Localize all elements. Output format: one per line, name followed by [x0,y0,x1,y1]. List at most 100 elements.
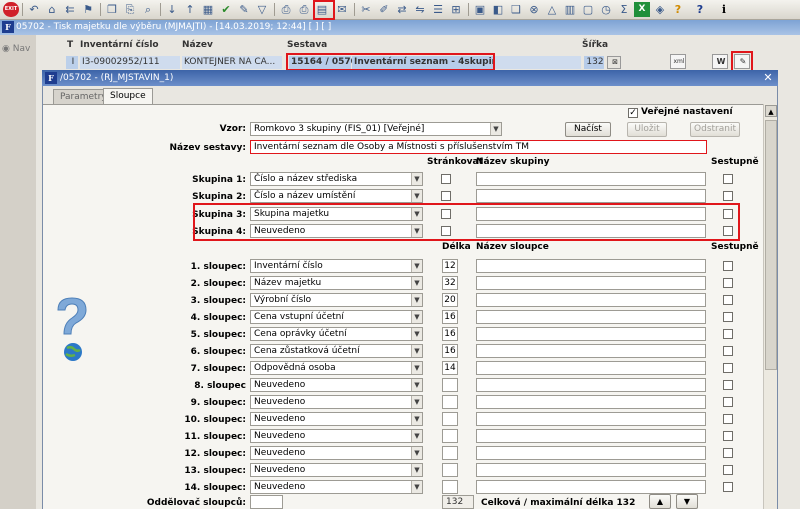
tree-icon[interactable]: ⊞ [448,2,464,17]
sloupec-13-sestupne-checkbox[interactable] [723,465,733,475]
sloupec-3-sestupne-checkbox[interactable] [723,295,733,305]
sloupec-11-sestupne-checkbox[interactable] [723,431,733,441]
dialog-close-icon[interactable]: ✕ [762,70,774,86]
sloupec-11-delka-input[interactable] [442,429,458,443]
chevron-down-icon[interactable]: ▼ [411,173,422,185]
sloupec-13-select[interactable]: Neuvedeno ▼ [250,463,423,477]
reply-all-icon[interactable]: ⇇ [62,2,78,17]
sloupec-5-sestupne-checkbox[interactable] [723,329,733,339]
sort-desc-icon[interactable]: ↑ [182,2,198,17]
sloupec-6-delka-input[interactable]: 16 [442,344,458,358]
row-inventarni-cislo[interactable]: I3-09002952/111 [80,56,180,69]
nav-link[interactable]: ◉ Nav [2,44,30,54]
find-icon[interactable]: ⌕ [140,2,156,17]
sloupec-3-nazev-input[interactable] [476,293,706,307]
sloupec-5-select[interactable]: Cena oprávky účetní ▼ [250,327,423,341]
sloupec-4-nazev-input[interactable] [476,310,706,324]
edit-icon[interactable]: ✐ [376,2,392,17]
sloupec-10-select[interactable]: Neuvedeno ▼ [250,412,423,426]
sloupec-1-delka-input[interactable]: 12 [442,259,458,273]
compare-icon[interactable]: ⇄ [394,2,410,17]
col-header-nazev[interactable]: Název [182,40,213,50]
sloupec-10-delka-input[interactable] [442,412,458,426]
chevron-down-icon[interactable]: ▼ [411,190,422,202]
sloupec-9-delka-input[interactable] [442,395,458,409]
skupina-1-select[interactable]: Číslo a název střediska ▼ [250,172,423,186]
sloupec-11-select[interactable]: Neuvedeno ▼ [250,429,423,443]
scroll-thumb[interactable] [765,120,777,370]
check-icon[interactable]: ✔ [218,2,234,17]
skupina-1-sestupne-checkbox[interactable] [723,174,733,184]
split-icon[interactable]: ⇋ [412,2,428,17]
chevron-down-icon[interactable]: ▼ [411,413,422,425]
sloupec-5-nazev-input[interactable] [476,327,706,341]
dialog-icon[interactable]: ▢ [580,2,596,17]
odstranit-button[interactable]: Odstranit [690,122,740,137]
sloupec-10-nazev-input[interactable] [476,412,706,426]
oddelovac-sloupcu-input[interactable] [250,495,283,509]
col-header-sestava[interactable]: Sestava [287,40,327,50]
sloupec-14-select[interactable]: Neuvedeno ▼ [250,480,423,494]
sigma-icon[interactable]: Σ [616,2,632,17]
context-help-icon[interactable]: ? [692,2,708,17]
nazev-sestavy-input[interactable]: Inventární seznam dle Osoby a Místnosti … [250,140,707,154]
info-icon[interactable]: i [716,2,732,17]
sloupec-6-select[interactable]: Cena zůstatková účetní ▼ [250,344,423,358]
skupina-1-strankovat-checkbox[interactable] [441,174,451,184]
sloupec-7-nazev-input[interactable] [476,361,706,375]
sloupec-8-nazev-input[interactable] [476,378,706,392]
sloupec-12-delka-input[interactable] [442,446,458,460]
chevron-down-icon[interactable]: ▼ [411,345,422,357]
sloupec-2-delka-input[interactable]: 32 [442,276,458,290]
skupina-2-sestupne-checkbox[interactable] [723,191,733,201]
print-setup-icon[interactable]: ⎙ [296,2,312,17]
help-icon[interactable]: ? [670,2,686,17]
cut-icon[interactable]: ✂ [358,2,374,17]
filter-clear-icon[interactable]: ⊗ [526,2,542,17]
scroll-up-icon[interactable]: ▲ [765,105,777,117]
chevron-down-icon[interactable]: ▼ [411,277,422,289]
filter-icon[interactable]: ▽ [254,2,270,17]
reply-icon[interactable]: ↶ [26,2,42,17]
skupina-2-nazev-input[interactable] [476,189,706,203]
chevron-down-icon[interactable]: ▼ [411,311,422,323]
col-header-inventarni-cislo[interactable]: Inventární číslo [80,40,159,50]
skupina-2-select[interactable]: Číslo a název umístění ▼ [250,189,423,203]
sloupec-4-delka-input[interactable]: 16 [442,310,458,324]
sloupec-1-select[interactable]: Inventární číslo ▼ [250,259,423,273]
vzor-select[interactable]: Romkovo 3 skupiny (FIS_01) [Veřejné] ▼ [250,122,502,136]
clock-icon[interactable]: ◷ [598,2,614,17]
sloupec-5-delka-input[interactable]: 16 [442,327,458,341]
sloupec-12-select[interactable]: Neuvedeno ▼ [250,446,423,460]
calculator-icon[interactable]: ▣ [472,2,488,17]
sloupec-2-nazev-input[interactable] [476,276,706,290]
sort-asc-icon[interactable]: ↓ [164,2,180,17]
sloupec-8-select[interactable]: Neuvedeno ▼ [250,378,423,392]
excel-icon[interactable]: X [634,2,650,17]
sloupec-12-sestupne-checkbox[interactable] [723,448,733,458]
save-icon[interactable]: ◧ [490,2,506,17]
sirka-value-cell[interactable]: 132 [584,56,604,69]
verejne-nastaveni-checkbox[interactable]: ✓ [628,108,638,118]
chevron-down-icon[interactable]: ▼ [490,123,501,135]
home-icon[interactable]: ⌂ [44,2,60,17]
flag-icon[interactable]: ⚑ [80,2,96,17]
skupina-1-nazev-input[interactable] [476,172,706,186]
sloupec-11-nazev-input[interactable] [476,429,706,443]
sloupec-8-sestupne-checkbox[interactable] [723,380,733,390]
sloupec-3-select[interactable]: Výrobní číslo ▼ [250,293,423,307]
tab-sloupce[interactable]: Sloupce [103,88,153,105]
chevron-down-icon[interactable]: ▼ [411,260,422,272]
copy-window-icon[interactable]: ❑ [508,2,524,17]
sloupec-6-sestupne-checkbox[interactable] [723,346,733,356]
sloupec-14-sestupne-checkbox[interactable] [723,482,733,492]
sloupec-14-delka-input[interactable] [442,480,458,494]
sloupec-12-nazev-input[interactable] [476,446,706,460]
pencil-icon[interactable]: ✎ [236,2,252,17]
chevron-down-icon[interactable]: ▼ [411,294,422,306]
sloupec-2-select[interactable]: Název majetku ▼ [250,276,423,290]
sloupec-9-select[interactable]: Neuvedeno ▼ [250,395,423,409]
sloupec-8-delka-input[interactable] [442,378,458,392]
sloupec-3-delka-input[interactable]: 20 [442,293,458,307]
copy-icon[interactable]: ❐ [104,2,120,17]
